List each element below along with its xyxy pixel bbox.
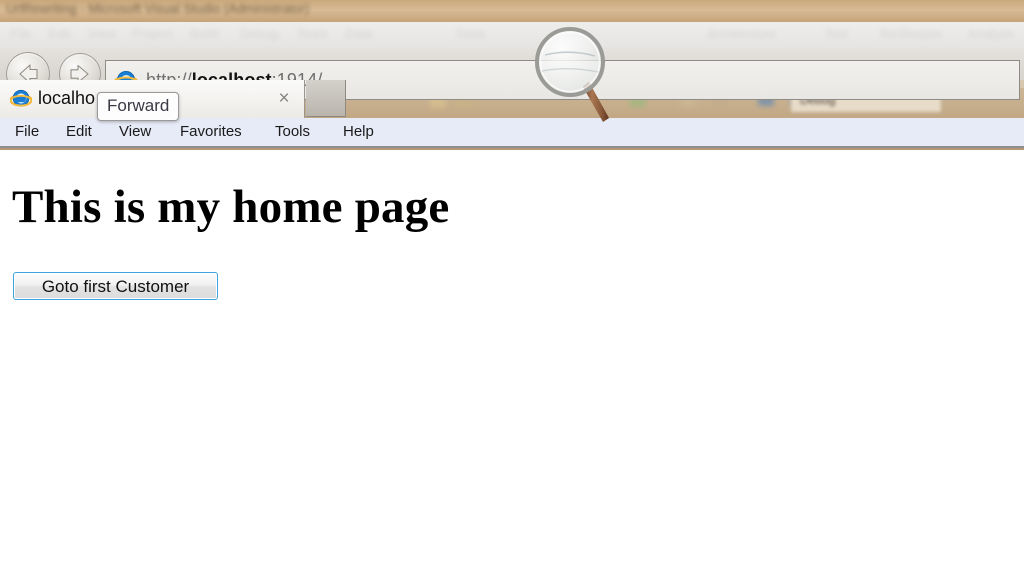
menu-item-help[interactable]: Help bbox=[343, 123, 374, 140]
menu-item-favorites[interactable]: Favorites bbox=[180, 123, 242, 140]
menu-item-edit[interactable]: Edit bbox=[66, 123, 92, 140]
browser-menu-bar: File Edit View Favorites Tools Help bbox=[0, 118, 1024, 148]
close-icon[interactable]: × bbox=[274, 89, 294, 109]
page-content: This is my home page Goto first Customer bbox=[0, 150, 1024, 576]
goto-first-customer-button[interactable]: Goto first Customer bbox=[13, 272, 218, 300]
vs-title-bar: UrlRewriting - Microsoft Visual Studio (… bbox=[0, 0, 1024, 22]
menu-item-file[interactable]: File bbox=[15, 123, 39, 140]
browser-navigation-bar: http://localhost:1914/ bbox=[0, 22, 1024, 100]
vs-title-text: UrlRewriting - Microsoft Visual Studio (… bbox=[6, 1, 310, 16]
forward-tooltip: Forward bbox=[97, 92, 180, 121]
browser-window-screenshot: UrlRewriting - Microsoft Visual Studio (… bbox=[0, 0, 1024, 576]
menu-item-tools[interactable]: Tools bbox=[275, 123, 310, 140]
menu-item-view[interactable]: View bbox=[119, 123, 151, 140]
new-tab-button[interactable] bbox=[306, 80, 346, 117]
tab-favicon-internet-explorer-icon bbox=[9, 88, 33, 110]
page-title: This is my home page bbox=[12, 181, 450, 233]
